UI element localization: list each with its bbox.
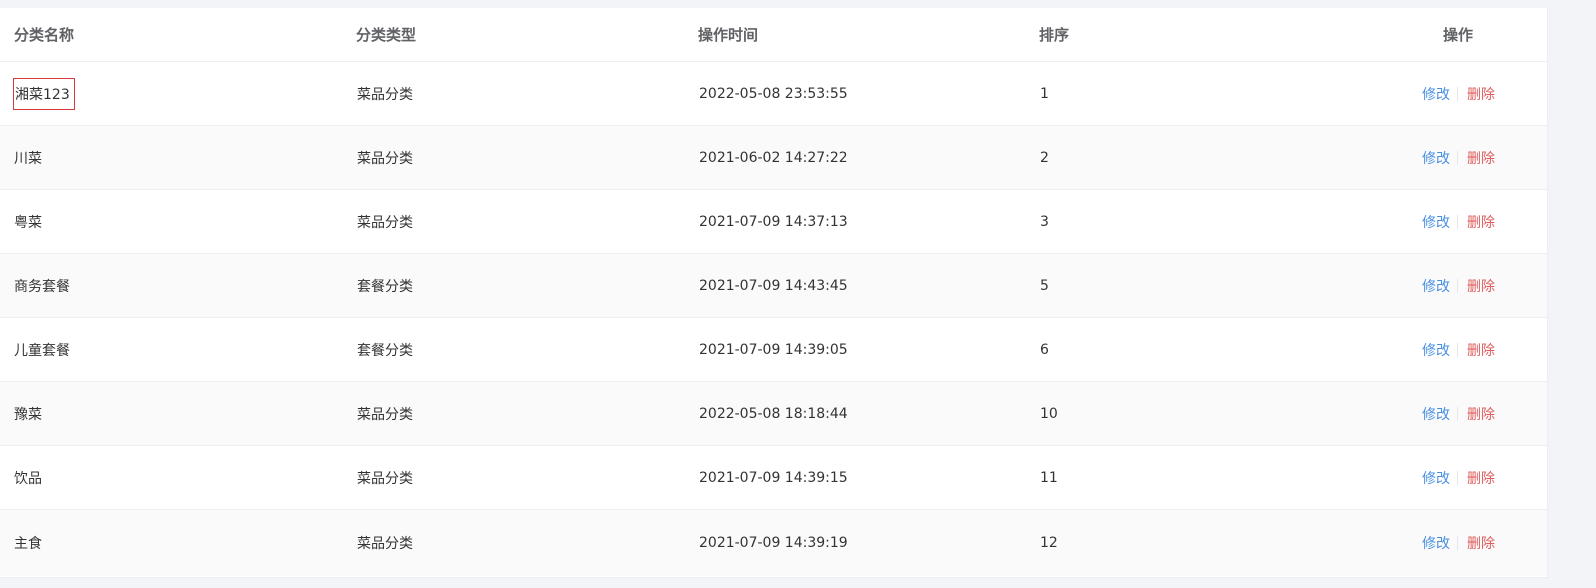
table-row: 豫菜 菜品分类 2022-05-08 18:18:44 10 修改 删除 (0, 382, 1547, 446)
category-type-cell: 菜品分类 (357, 470, 413, 487)
action-divider (1457, 214, 1458, 229)
category-type-cell: 套餐分类 (357, 342, 413, 359)
sort-cell: 5 (1040, 277, 1049, 294)
operation-time-cell: 2022-05-08 18:18:44 (699, 405, 848, 422)
delete-button[interactable]: 删除 (1467, 212, 1495, 232)
edit-button[interactable]: 修改 (1422, 148, 1450, 168)
header-actions: 操作 (1443, 26, 1474, 44)
delete-button[interactable]: 删除 (1467, 84, 1495, 104)
category-name-cell: 儿童套餐 (14, 342, 70, 359)
sort-cell: 6 (1040, 341, 1049, 358)
header-operation-time: 操作时间 (698, 26, 759, 44)
category-table: 分类名称 分类类型 操作时间 排序 操作 湘菜123 菜品分类 2022-05-… (0, 8, 1548, 578)
actions-cell: 修改 删除 (1422, 318, 1495, 381)
sort-cell: 12 (1040, 535, 1058, 551)
operation-time-cell: 2021-07-09 14:43:45 (699, 277, 848, 294)
category-type-cell: 菜品分类 (357, 86, 413, 103)
table-row: 商务套餐 套餐分类 2021-07-09 14:43:45 5 修改 删除 (0, 254, 1547, 318)
category-type-cell: 菜品分类 (357, 536, 413, 552)
delete-button[interactable]: 删除 (1467, 148, 1495, 168)
category-type-cell: 套餐分类 (357, 278, 413, 295)
edit-button[interactable]: 修改 (1422, 404, 1450, 424)
category-name-cell: 豫菜 (14, 406, 42, 423)
operation-time-cell: 2021-07-09 14:37:13 (699, 213, 848, 230)
action-divider (1457, 406, 1458, 421)
actions-cell: 修改 删除 (1422, 254, 1495, 317)
sort-cell: 11 (1040, 469, 1058, 486)
delete-button[interactable]: 删除 (1467, 404, 1495, 424)
delete-button[interactable]: 删除 (1467, 340, 1495, 360)
category-name-cell: 商务套餐 (14, 278, 70, 295)
header-category-name: 分类名称 (14, 26, 75, 44)
edit-button[interactable]: 修改 (1422, 84, 1450, 104)
delete-button[interactable]: 删除 (1467, 468, 1495, 488)
header-sort: 排序 (1039, 26, 1070, 44)
actions-cell: 修改 删除 (1422, 190, 1495, 253)
action-divider (1457, 150, 1458, 165)
edit-button[interactable]: 修改 (1422, 533, 1450, 553)
category-type-cell: 菜品分类 (357, 214, 413, 231)
delete-button[interactable]: 删除 (1467, 533, 1495, 553)
edit-button[interactable]: 修改 (1422, 468, 1450, 488)
action-divider (1457, 536, 1458, 550)
actions-cell: 修改 删除 (1422, 126, 1495, 189)
operation-time-cell: 2021-07-09 14:39:05 (699, 341, 848, 358)
action-divider (1457, 342, 1458, 357)
operation-time-cell: 2021-06-02 14:27:22 (699, 149, 848, 166)
operation-time-cell: 2021-07-09 14:39:15 (699, 469, 848, 486)
operation-time-cell: 2022-05-08 23:53:55 (699, 85, 848, 102)
category-name-cell: 川菜 (14, 150, 42, 167)
sort-cell: 2 (1040, 149, 1049, 166)
edit-button[interactable]: 修改 (1422, 212, 1450, 232)
actions-cell: 修改 删除 (1422, 382, 1495, 445)
category-name-cell[interactable]: 湘菜123 (13, 77, 75, 110)
action-divider (1457, 470, 1458, 485)
header-category-type: 分类类型 (356, 26, 417, 44)
sort-cell: 1 (1040, 85, 1049, 102)
edit-button[interactable]: 修改 (1422, 340, 1450, 360)
delete-button[interactable]: 删除 (1467, 276, 1495, 296)
edit-button[interactable]: 修改 (1422, 276, 1450, 296)
category-type-cell: 菜品分类 (357, 150, 413, 167)
table-header: 分类名称 分类类型 操作时间 排序 操作 (0, 8, 1547, 62)
table-row: 湘菜123 菜品分类 2022-05-08 23:53:55 1 修改 删除 (0, 62, 1547, 126)
sort-cell: 10 (1040, 405, 1058, 422)
table-row: 饮品 菜品分类 2021-07-09 14:39:15 11 修改 删除 (0, 446, 1547, 510)
action-divider (1457, 86, 1458, 101)
sort-cell: 3 (1040, 213, 1049, 230)
table-row: 粤菜 菜品分类 2021-07-09 14:37:13 3 修改 删除 (0, 190, 1547, 254)
category-type-cell: 菜品分类 (357, 406, 413, 423)
actions-cell: 修改 删除 (1422, 510, 1495, 576)
operation-time-cell: 2021-07-09 14:39:19 (699, 535, 848, 551)
category-name-cell: 饮品 (14, 470, 42, 487)
table-row: 川菜 菜品分类 2021-06-02 14:27:22 2 修改 删除 (0, 126, 1547, 190)
action-divider (1457, 278, 1458, 293)
actions-cell: 修改 删除 (1422, 62, 1495, 125)
category-name-cell: 主食 (14, 536, 42, 552)
category-name-cell: 粤菜 (14, 214, 42, 231)
table-row: 儿童套餐 套餐分类 2021-07-09 14:39:05 6 修改 删除 (0, 318, 1547, 382)
actions-cell: 修改 删除 (1422, 446, 1495, 509)
table-row: 主食 菜品分类 2021-07-09 14:39:19 12 修改 删除 (0, 510, 1547, 576)
